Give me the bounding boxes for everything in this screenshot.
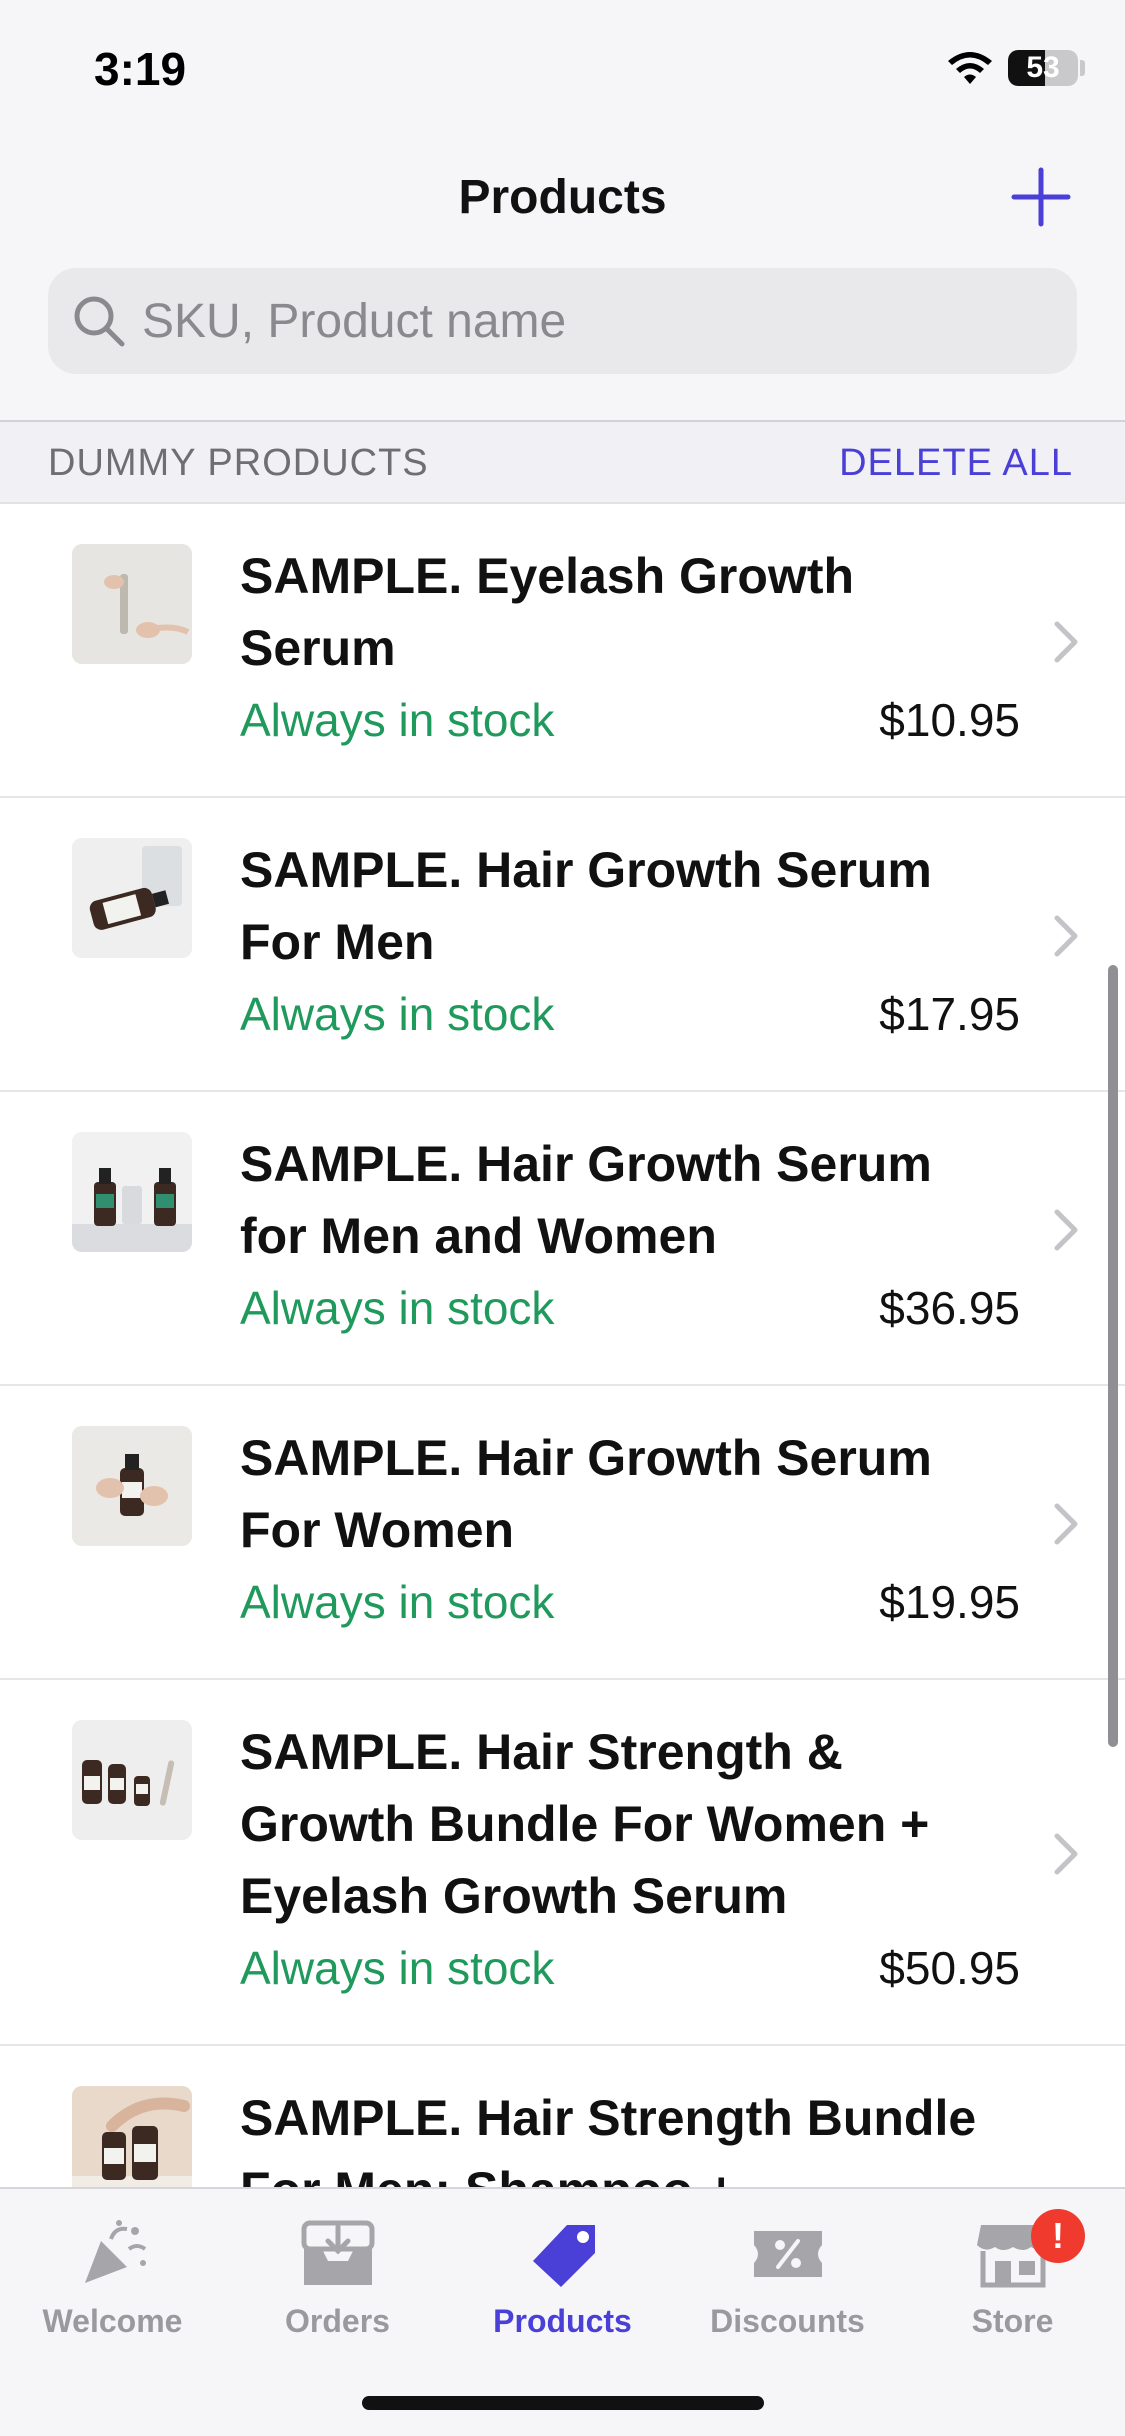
wifi-icon [948,52,992,84]
battery-level: 53 [1026,51,1060,84]
product-thumbnail [72,544,192,664]
battery-icon: 53 [1008,50,1078,86]
tab-orders[interactable]: Orders [225,2209,450,2359]
product-thumbnail [72,1720,192,1840]
tab-label: Store [971,2303,1054,2339]
product-name: SAMPLE. Hair Strength & Growth Bundle Fo… [240,1724,930,1924]
status-time: 3:19 [94,43,187,95]
product-row[interactable]: SAMPLE. Eyelash Growth Serum Always in s… [0,504,1125,798]
navigation-bar: Products [0,130,1125,420]
chevron-right-icon [1054,1209,1078,1251]
product-price: $17.95 [879,988,1020,1040]
product-row[interactable]: SAMPLE. Hair Growth Serum for Men and Wo… [0,1092,1125,1386]
product-price: $10.95 [879,694,1020,746]
home-indicator[interactable] [362,2396,764,2410]
product-thumbnail [72,1132,192,1252]
chevron-right-icon [1054,1503,1078,1545]
product-name: SAMPLE. Eyelash Growth Serum [240,548,855,676]
party-popper-icon [84,2220,146,2283]
search-field[interactable] [48,268,1077,374]
product-price: $36.95 [879,1282,1020,1334]
search-input[interactable] [142,268,1042,374]
tab-store[interactable]: Store ! [900,2209,1125,2359]
notification-badge: ! [1031,2209,1085,2263]
product-row[interactable]: SAMPLE. Hair Growth Serum For Women Alwa… [0,1386,1125,1680]
product-name: SAMPLE. Hair Strength Bundle For Men: Sh… [240,2090,977,2187]
product-row[interactable]: SAMPLE. Hair Strength & Growth Bundle Fo… [0,1680,1125,2046]
tab-label: Discounts [710,2303,865,2339]
product-list[interactable]: SAMPLE. Eyelash Growth Serum Always in s… [0,504,1125,2187]
tab-products[interactable]: Products [450,2209,675,2359]
tab-label: Orders [285,2303,390,2339]
product-price: $19.95 [879,1576,1020,1628]
section-header: DUMMY PRODUCTS DELETE ALL [0,420,1125,504]
stock-status: Always in stock [240,1942,555,1994]
tab-welcome[interactable]: Welcome [0,2209,225,2359]
stock-status: Always in stock [240,988,555,1040]
product-row[interactable]: SAMPLE. Hair Strength Bundle For Men: Sh… [0,2046,1125,2187]
stock-status: Always in stock [240,1282,555,1334]
product-row[interactable]: SAMPLE. Hair Growth Serum For Men Always… [0,798,1125,1092]
inbox-download-icon [301,2220,374,2285]
product-thumbnail [72,2086,192,2187]
stock-status: Always in stock [240,1576,555,1628]
percent-ticket-icon [753,2231,822,2277]
product-name: SAMPLE. Hair Growth Serum For Men [240,842,932,970]
price-tag-icon [532,2225,595,2287]
page-title: Products [458,171,667,224]
product-thumbnail [72,1426,192,1546]
tab-label: Products [493,2303,632,2339]
search-icon [74,296,125,347]
chevron-right-icon [1054,1833,1078,1875]
delete-all-button[interactable]: DELETE ALL [839,442,1073,485]
section-title: DUMMY PRODUCTS [48,442,429,484]
product-thumbnail [72,838,192,958]
tab-discounts[interactable]: Discounts [675,2209,900,2359]
status-bar: 3:19 53 [0,0,1125,130]
tab-label: Welcome [42,2303,183,2339]
chevron-right-icon [1054,621,1078,663]
scroll-indicator[interactable] [1108,965,1118,1747]
product-name: SAMPLE. Hair Growth Serum For Women [240,1430,932,1558]
product-price: $50.95 [879,1942,1020,1994]
chevron-right-icon [1054,915,1078,957]
stock-status: Always in stock [240,694,555,746]
plus-icon[interactable] [1010,166,1072,228]
battery-cap [1080,60,1085,76]
product-name: SAMPLE. Hair Growth Serum for Men and Wo… [240,1136,932,1264]
